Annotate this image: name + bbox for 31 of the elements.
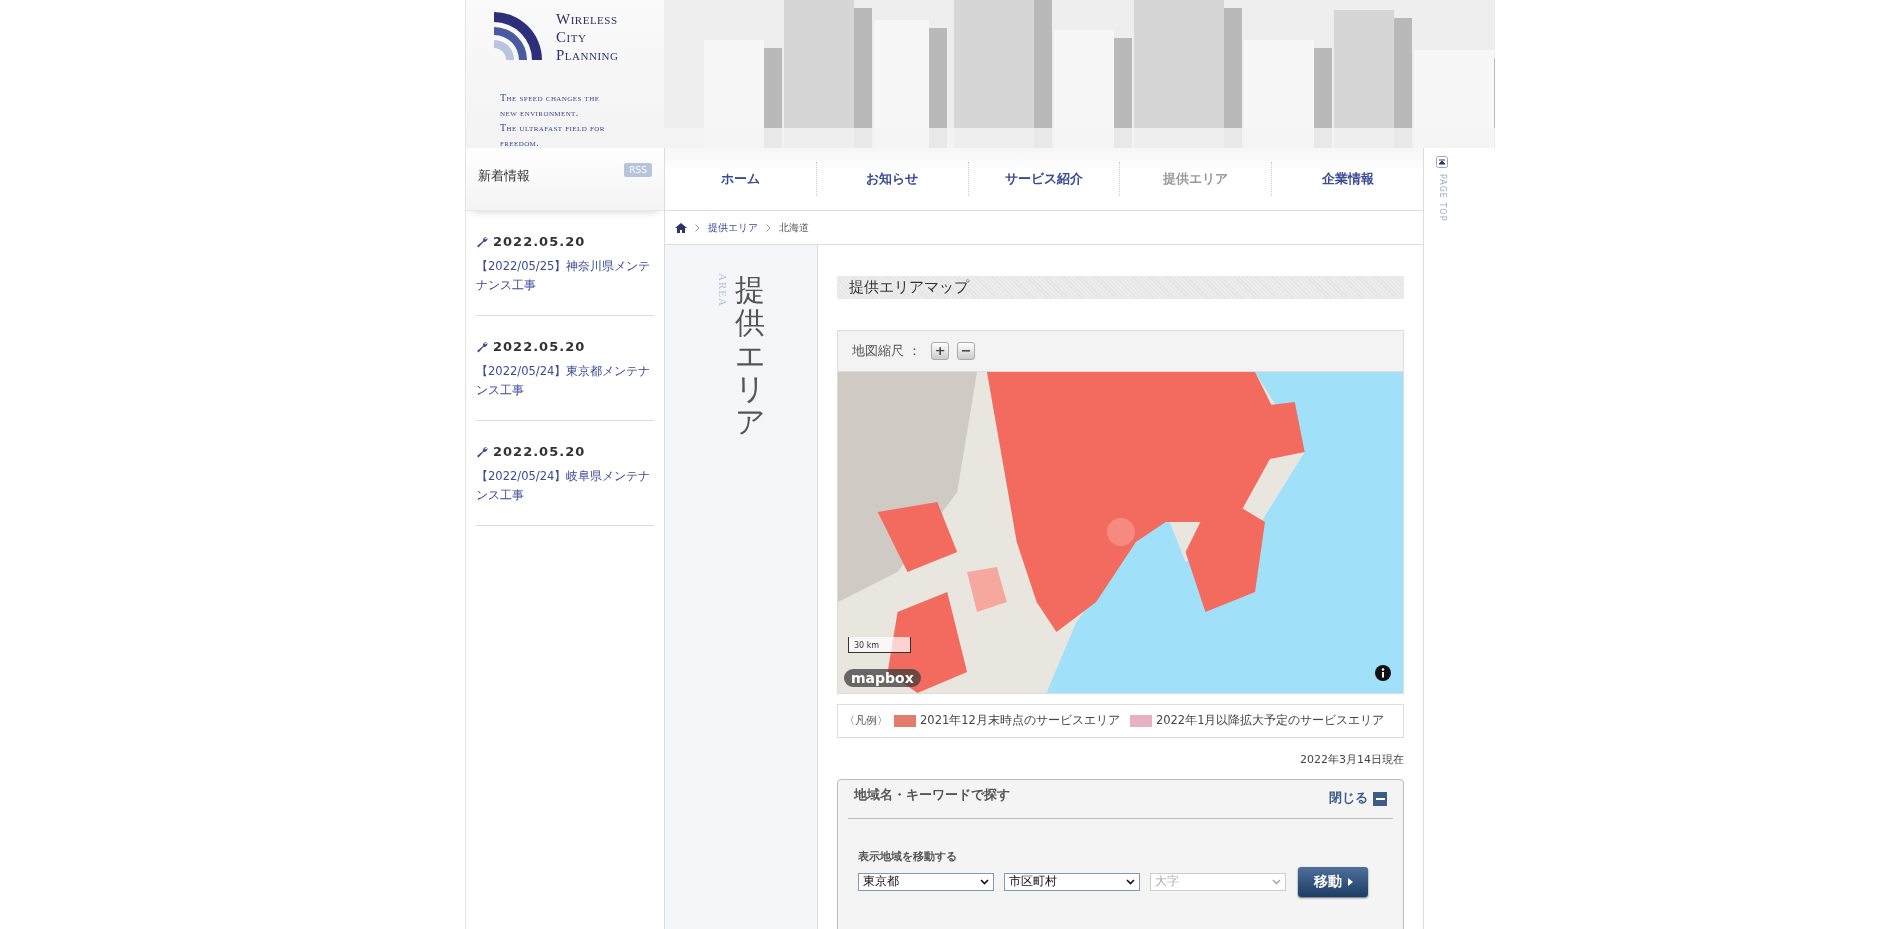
news-link[interactable]: 【2022/05/24】岐阜県メンテナンス工事 [476, 467, 654, 505]
map-scale-label: 地図縮尺 ： [852, 341, 922, 360]
nav-tab[interactable]: 企業情報 [1271, 162, 1423, 196]
as-of-date: 2022年3月14日現在 [1299, 751, 1404, 767]
tagline: The speed changes the new environment. The ultrafast field for freedom. [499, 91, 606, 150]
region-select[interactable]: 市区町村 [1004, 872, 1140, 891]
area-label: AREA [717, 273, 729, 309]
zoom-in-button[interactable]: + [931, 341, 950, 360]
breadcrumb-link[interactable]: 北海道 [779, 220, 809, 235]
region-select[interactable]: 東京都 [858, 872, 994, 891]
legend-label: 〈凡例〉 [844, 713, 888, 729]
nav-tab[interactable]: お知らせ [815, 162, 968, 196]
news-date: 2022.05.20 [493, 234, 586, 249]
move-label: 表示地域を移動する [858, 848, 958, 864]
nav-tab[interactable]: サービス紹介 [967, 162, 1120, 196]
section-title: 提供エリアマップ [837, 276, 1404, 299]
news-link[interactable]: 【2022/05/24】東京都メンテナンス工事 [476, 362, 654, 400]
move-button[interactable]: 移動 [1298, 866, 1368, 897]
zoom-out-button[interactable]: − [957, 341, 976, 360]
news-title: 新着情報 [478, 167, 530, 185]
breadcrumb-link[interactable]: 提供エリア [708, 220, 758, 235]
news-date: 2022.05.20 [493, 339, 586, 354]
logo-text: Wireless City Planning [556, 10, 619, 64]
news-link[interactable]: 【2022/05/25】神奈川県メンテナンス工事 [476, 257, 654, 295]
page-title: 提供エリア [735, 273, 765, 441]
legend-text: 2022年1月以降拡大予定のサービスエリア [1155, 713, 1385, 729]
nav-tab[interactable]: ホーム [665, 162, 816, 196]
search-title: 地域名・キーワードで探す [854, 787, 1010, 805]
news-date: 2022.05.20 [493, 444, 586, 459]
legend-text: 2021年12月末時点のサービスエリア [920, 713, 1120, 729]
close-link[interactable]: 閉じる [1329, 790, 1387, 808]
